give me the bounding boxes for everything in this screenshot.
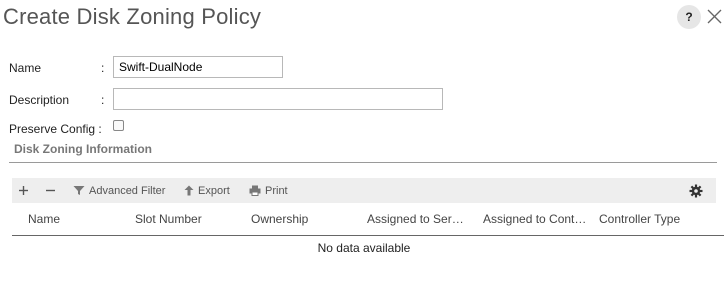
add-button[interactable]	[18, 178, 29, 203]
advanced-filter-label: Advanced Filter	[89, 184, 166, 197]
delete-button[interactable]	[45, 178, 56, 203]
help-icon: ?	[685, 10, 693, 24]
table-settings-button[interactable]	[689, 178, 703, 203]
description-label: Description	[9, 93, 70, 107]
print-button[interactable]: Print	[249, 178, 288, 203]
table-header-divider	[12, 235, 724, 236]
export-button[interactable]: Export	[184, 178, 230, 203]
column-header-ownership[interactable]: Ownership	[251, 212, 359, 226]
column-header-assigned-to-controller[interactable]: Assigned to Controller	[483, 212, 587, 226]
description-colon: :	[101, 93, 105, 107]
export-label: Export	[198, 184, 230, 197]
filter-icon	[73, 186, 85, 195]
preserve-config-label: Preserve Config :	[9, 122, 102, 136]
print-icon	[249, 185, 261, 196]
name-label: Name	[9, 61, 42, 75]
column-header-name[interactable]: Name	[28, 212, 128, 226]
close-icon	[707, 9, 722, 24]
table-toolbar: Advanced Filter Export Print	[12, 178, 716, 203]
plus-icon	[19, 186, 28, 195]
advanced-filter-button[interactable]: Advanced Filter	[73, 178, 165, 203]
name-input[interactable]	[113, 56, 283, 78]
print-label: Print	[265, 184, 288, 197]
gear-icon	[689, 184, 703, 197]
minus-icon	[46, 189, 55, 192]
section-divider	[9, 162, 717, 163]
close-button[interactable]	[706, 8, 723, 25]
column-header-controller-type[interactable]: Controller Type	[599, 212, 709, 226]
empty-table-message: No data available	[317, 241, 411, 255]
description-input[interactable]	[113, 88, 443, 110]
help-button[interactable]: ?	[677, 5, 701, 29]
dialog-title: Create Disk Zoning Policy	[3, 4, 262, 29]
name-colon: :	[101, 61, 105, 75]
preserve-config-checkbox[interactable]	[113, 120, 124, 131]
column-header-assigned-to-server[interactable]: Assigned to Server	[367, 212, 468, 226]
section-header: Disk Zoning Information	[14, 142, 152, 156]
column-header-slot-number[interactable]: Slot Number	[135, 212, 243, 226]
export-icon	[184, 185, 194, 196]
